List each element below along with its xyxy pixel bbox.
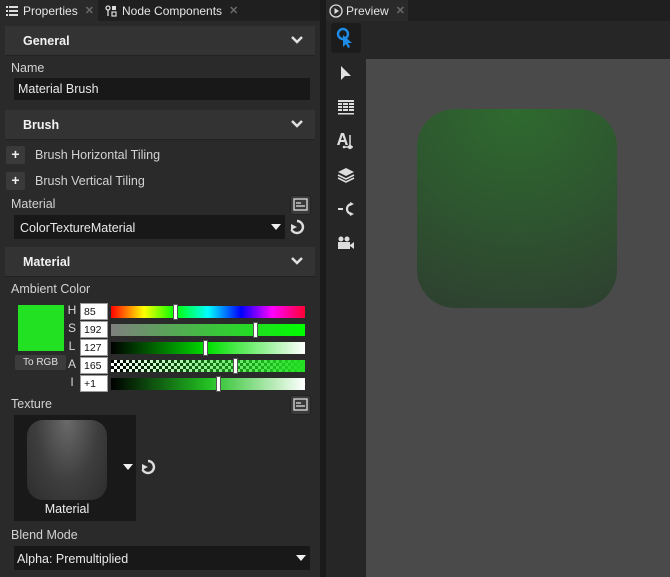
to-rgb-button[interactable]: To RGB bbox=[15, 355, 66, 370]
ambient-color-label: Ambient Color bbox=[11, 282, 91, 296]
preview-canvas[interactable] bbox=[366, 59, 670, 577]
channel-input-l[interactable]: 127 bbox=[80, 339, 108, 356]
channel-slider-l[interactable] bbox=[111, 340, 305, 356]
left-tab-bar: Properties ✕ Node Components ✕ bbox=[0, 0, 320, 21]
tab-label: Properties bbox=[23, 3, 78, 18]
channel-input-h[interactable]: 85 bbox=[80, 303, 108, 320]
select-tool-button[interactable] bbox=[331, 58, 361, 88]
close-tab-icon[interactable]: ✕ bbox=[229, 4, 238, 17]
tab-node-components[interactable]: Node Components ✕ bbox=[100, 0, 250, 21]
tab-label: Node Components bbox=[122, 3, 223, 18]
name-label: Name bbox=[11, 61, 45, 75]
channel-slider-a[interactable] bbox=[111, 358, 305, 374]
tab-label: Preview bbox=[346, 3, 389, 18]
play-icon bbox=[329, 3, 343, 18]
material-edit-button[interactable] bbox=[290, 195, 311, 215]
camera-icon bbox=[338, 236, 354, 249]
material-dropdown[interactable]: ColorTextureMaterial bbox=[14, 215, 285, 239]
slider-thumb[interactable] bbox=[233, 358, 239, 374]
name-field[interactable]: Material Brush bbox=[14, 78, 310, 100]
navigate-to-icon[interactable] bbox=[289, 219, 305, 235]
section-title: General bbox=[23, 34, 70, 48]
material-value: ColorTextureMaterial bbox=[20, 221, 136, 235]
channel-input-a[interactable]: 165 bbox=[80, 357, 108, 374]
slider-thumb[interactable] bbox=[215, 376, 221, 392]
right-tab-bar: Preview ✕ bbox=[326, 0, 670, 21]
chevron-down-icon[interactable] bbox=[291, 256, 303, 266]
text-tool-button[interactable] bbox=[331, 126, 361, 156]
slider-thumb[interactable] bbox=[203, 340, 209, 356]
blend-mode-label: Blend Mode bbox=[11, 528, 78, 542]
camera-tool-button[interactable] bbox=[331, 228, 361, 258]
dropdown-arrow-icon bbox=[296, 555, 306, 561]
blend-mode-dropdown[interactable]: Alpha: Premultiplied bbox=[14, 546, 310, 570]
channel-letter-a: A bbox=[67, 357, 76, 371]
channel-letter-s: S bbox=[67, 321, 76, 335]
preview-toolbar bbox=[326, 21, 366, 577]
channel-letter-h: H bbox=[67, 303, 77, 317]
texture-label: Texture bbox=[11, 397, 52, 411]
interact-tool-button[interactable] bbox=[331, 23, 361, 53]
document-icon bbox=[293, 198, 308, 211]
canvas-ruler-area bbox=[366, 21, 670, 59]
section-brush-header[interactable]: Brush bbox=[5, 110, 315, 140]
document-icon bbox=[293, 398, 308, 411]
material-brush-preview bbox=[417, 109, 617, 308]
dropdown-arrow-icon bbox=[271, 224, 281, 230]
channel-letter-i: I bbox=[70, 375, 74, 389]
property-name: Brush Horizontal Tiling bbox=[35, 148, 161, 162]
channel-slider-s[interactable] bbox=[111, 322, 305, 338]
color-swatch[interactable] bbox=[18, 305, 64, 351]
section-title: Material bbox=[23, 255, 71, 269]
channel-slider-i[interactable] bbox=[111, 376, 305, 392]
list-icon bbox=[6, 5, 18, 16]
channel-letter-l: L bbox=[68, 339, 76, 353]
section-title: Brush bbox=[23, 118, 60, 132]
properties-panel: Properties ✕ Node Components ✕ General N… bbox=[0, 0, 320, 577]
material-label: Material bbox=[11, 197, 56, 211]
text-binding-icon bbox=[337, 133, 353, 150]
texture-name: Material bbox=[44, 502, 90, 516]
connector-icon bbox=[338, 202, 354, 216]
add-vertical-tiling-button[interactable]: + bbox=[6, 172, 25, 190]
bindings-tool-button[interactable] bbox=[331, 194, 361, 224]
slider-thumb[interactable] bbox=[172, 304, 178, 320]
interact-pointer-icon bbox=[336, 27, 352, 48]
grid-tool-button[interactable] bbox=[331, 92, 361, 122]
channel-slider-h[interactable] bbox=[111, 304, 305, 320]
grid-icon bbox=[338, 100, 354, 115]
slider-thumb[interactable] bbox=[252, 322, 258, 338]
property-name: Brush Vertical Tiling bbox=[35, 174, 145, 188]
texture-picker[interactable]: Material bbox=[14, 415, 136, 521]
tab-preview[interactable]: Preview ✕ bbox=[326, 0, 408, 21]
layers-tool-button[interactable] bbox=[331, 160, 361, 190]
layers-icon bbox=[337, 168, 355, 183]
close-tab-icon[interactable]: ✕ bbox=[85, 4, 94, 17]
texture-dropdown-arrow-icon[interactable] bbox=[123, 464, 133, 470]
section-general-header[interactable]: General bbox=[5, 26, 315, 56]
arrow-cursor-icon bbox=[341, 66, 351, 80]
node-components-icon bbox=[105, 4, 117, 17]
add-horizontal-tiling-button[interactable]: + bbox=[6, 146, 25, 164]
chevron-down-icon[interactable] bbox=[291, 35, 303, 45]
section-material-header[interactable]: Material bbox=[5, 247, 315, 277]
channel-input-i[interactable]: +1 bbox=[80, 375, 108, 392]
blend-mode-value: Alpha: Premultiplied bbox=[17, 552, 129, 566]
navigate-to-icon[interactable] bbox=[140, 459, 156, 475]
texture-thumbnail bbox=[27, 420, 107, 500]
texture-edit-button[interactable] bbox=[290, 395, 311, 415]
preview-panel: Preview ✕ bbox=[326, 0, 670, 577]
chevron-down-icon[interactable] bbox=[291, 119, 303, 129]
channel-input-s[interactable]: 192 bbox=[80, 321, 108, 338]
close-tab-icon[interactable]: ✕ bbox=[396, 4, 405, 17]
tab-properties[interactable]: Properties ✕ bbox=[0, 0, 98, 21]
